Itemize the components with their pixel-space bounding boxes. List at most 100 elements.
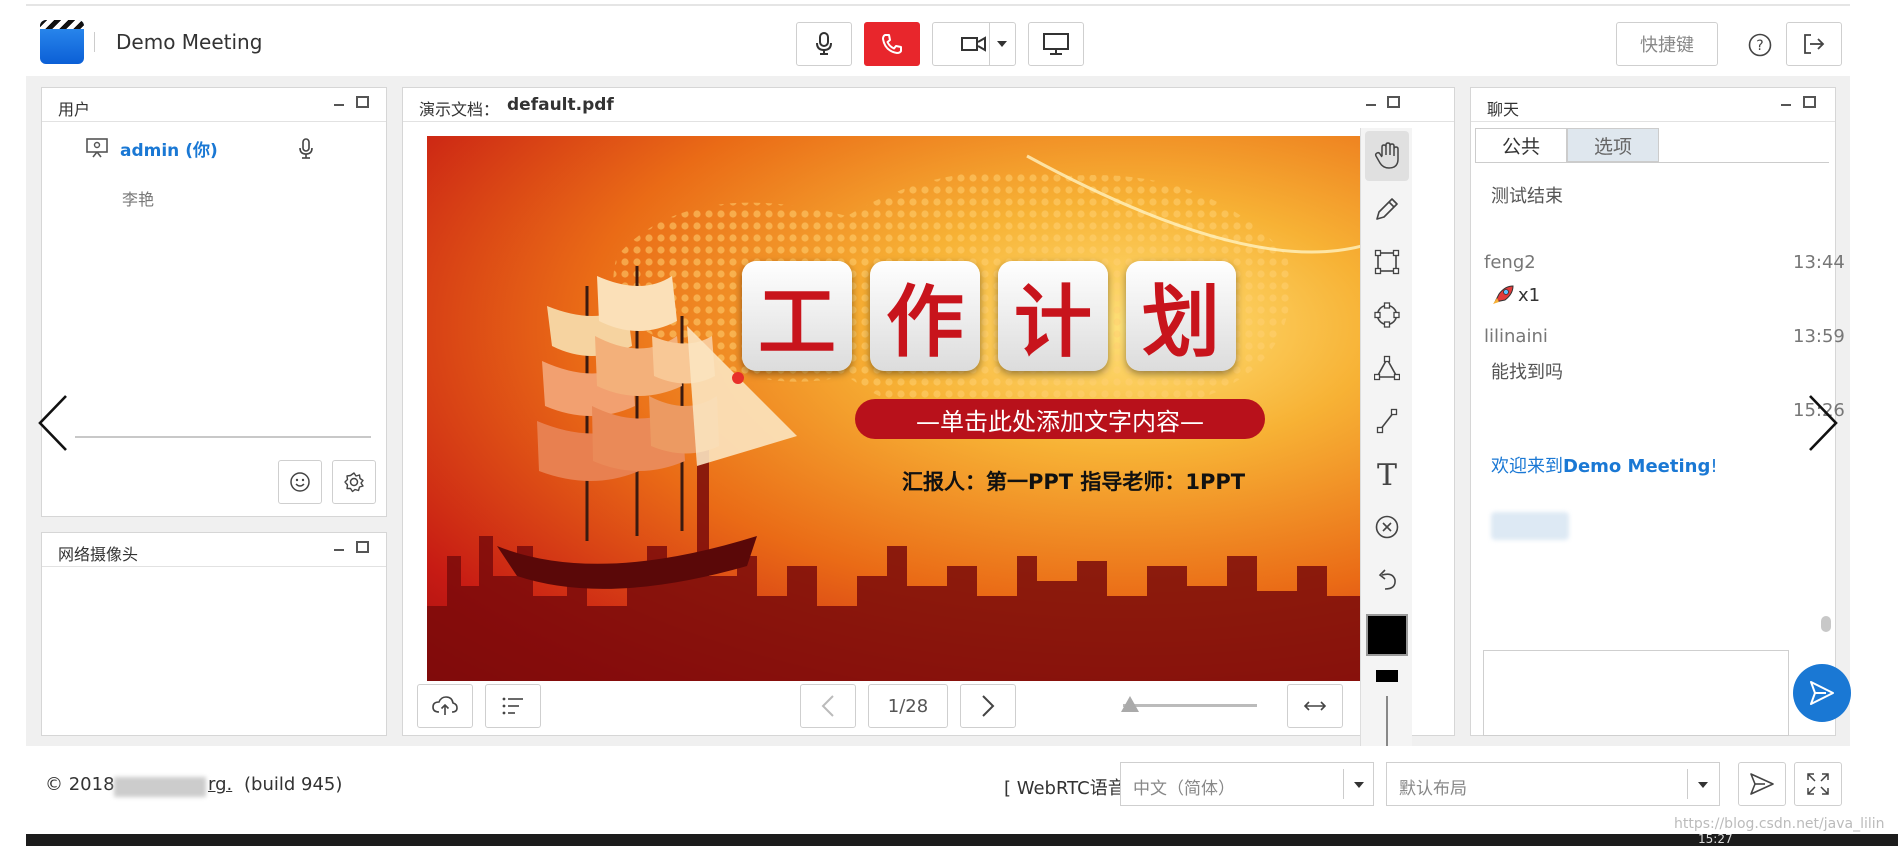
watermark-text: https://blog.csdn.net/java_lilin [1674,816,1885,832]
microphone-button[interactable] [796,22,852,66]
language-select[interactable]: 中文（简体） [1120,762,1374,806]
text-tool[interactable]: T [1365,449,1409,499]
color-picker[interactable] [1366,614,1408,656]
previous-slide-button[interactable] [800,684,856,728]
clear-tool[interactable] [1365,502,1409,552]
divider [94,32,95,52]
presentation-panel: 演示文档： default.pdf 工 作 计 划 —单击此处添加文字内容— 汇… [402,87,1455,736]
hangup-button[interactable] [864,22,920,66]
help-button[interactable]: ? [1748,33,1772,57]
chevron-right-icon [982,695,995,717]
chat-scrollbar[interactable] [1821,616,1831,632]
screen-share-icon [1043,33,1069,55]
fit-width-button[interactable] [1287,684,1343,728]
welcome-suffix: ! [1710,456,1718,477]
hand-icon [1374,142,1399,169]
blurred-message [1491,512,1569,540]
chevron-left-icon [821,695,834,717]
hotkey-button[interactable]: 快捷键 [1616,22,1718,66]
maximize-icon[interactable] [356,541,369,553]
chevron-down-icon [1354,782,1364,788]
logout-icon [1804,34,1825,54]
panel-header: 聊天 [1471,88,1835,122]
minimize-icon[interactable] [334,104,344,106]
chat-sender-name: feng2 [1484,252,1536,273]
apply-layout-button[interactable] [1738,762,1786,806]
pencil-tool[interactable] [1365,184,1409,234]
undo-tool[interactable] [1365,555,1409,605]
whiteboard-toolbar: T [1360,128,1412,750]
next-slide-button[interactable] [960,684,1016,728]
microphone-icon [298,138,314,160]
divider [75,436,371,438]
rectangle-tool[interactable] [1365,237,1409,287]
line-tool[interactable] [1365,396,1409,446]
language-select-value: 中文（简体） [1133,779,1235,799]
fullscreen-button[interactable] [1794,762,1842,806]
os-taskbar: 15:27 [26,832,1898,846]
svg-text:?: ? [1756,38,1763,54]
settings-button[interactable] [332,460,376,504]
chat-panel: 聊天 公共 选项 测试结束 feng2 13:44 x1 lilinaini 1… [1470,87,1851,736]
chevron-down-icon [1698,782,1708,788]
logo-icon [40,20,84,64]
thickness-slider[interactable] [1386,696,1388,746]
carousel-prev-button[interactable] [36,392,70,454]
minimize-icon[interactable] [1781,104,1791,106]
welcome-prefix: 欢迎来到 [1491,456,1563,477]
carousel-next-button[interactable] [1806,392,1840,454]
layout-select[interactable]: 默认布局 [1386,762,1720,806]
send-icon [1750,773,1774,795]
ellipse-tool[interactable] [1365,290,1409,340]
slide-canvas[interactable]: 工 作 计 划 —单击此处添加文字内容— 汇报人：第一PPT 指导老师：1PPT [427,136,1362,681]
divider [1475,162,1829,163]
settings-icon [344,472,364,493]
emoji-button[interactable] [278,460,322,504]
phone-icon [882,34,902,54]
page-indicator[interactable]: 1/28 [868,684,948,728]
slide-reporter: 汇报人：第一PPT 指导老师：1PPT [902,470,1246,494]
maximize-icon[interactable] [1387,96,1400,108]
screen-share-button[interactable] [1028,22,1084,66]
chevron-down-icon[interactable] [997,41,1007,47]
user-name-admin[interactable]: admin (你) [120,136,218,161]
triangle-tool[interactable] [1365,343,1409,393]
chat-input[interactable] [1483,650,1789,736]
panel-title: 用户 [58,100,91,119]
panel-header: 演示文档： default.pdf [403,88,1454,122]
hand-tool[interactable] [1365,131,1409,181]
help-icon: ? [1748,33,1772,57]
maximize-icon[interactable] [356,96,369,108]
zoom-slider-handle[interactable] [1121,696,1139,712]
logout-button[interactable] [1786,22,1842,66]
taskbar-clock: 15:27 [1698,832,1733,846]
minimize-icon[interactable] [334,549,344,551]
chat-message-text: 能找到吗 [1491,362,1563,383]
upload-button[interactable] [417,684,473,728]
redacted-text [114,777,206,797]
tab-public[interactable]: 公共 [1475,128,1567,162]
triangle-icon [1374,355,1400,381]
send-message-button[interactable] [1793,664,1851,722]
minimize-icon[interactable] [1366,104,1376,106]
presentation-file-name: default.pdf [507,95,614,115]
ellipse-icon [1374,302,1400,328]
maximize-icon[interactable] [1803,96,1816,108]
page-indicator-label: 1/28 [887,695,929,717]
slide-title-char: 工 [742,261,852,371]
chevron-left-icon [38,395,67,451]
panel-header: 网络摄像头 [42,533,386,567]
panel-header: 用户 [42,88,386,122]
copyright-domain[interactable]: rg. [208,774,232,795]
user-name-liyan[interactable]: 李艳 [122,186,154,210]
chat-message-text: x1 [1518,285,1541,306]
webrtc-audio-label[interactable]: [ WebRTC语音 ] [1004,774,1138,800]
slide-list-button[interactable] [485,684,541,728]
layout-select-value: 默认布局 [1399,779,1467,799]
zoom-slider[interactable] [1123,704,1257,707]
slide-title-char: 计 [998,261,1108,371]
camera-button[interactable] [932,22,1016,66]
users-panel: 用户 admin (你) 李艳 [41,87,387,517]
chat-sender-name: lilinaini [1484,326,1548,347]
tab-options[interactable]: 选项 [1567,128,1659,162]
